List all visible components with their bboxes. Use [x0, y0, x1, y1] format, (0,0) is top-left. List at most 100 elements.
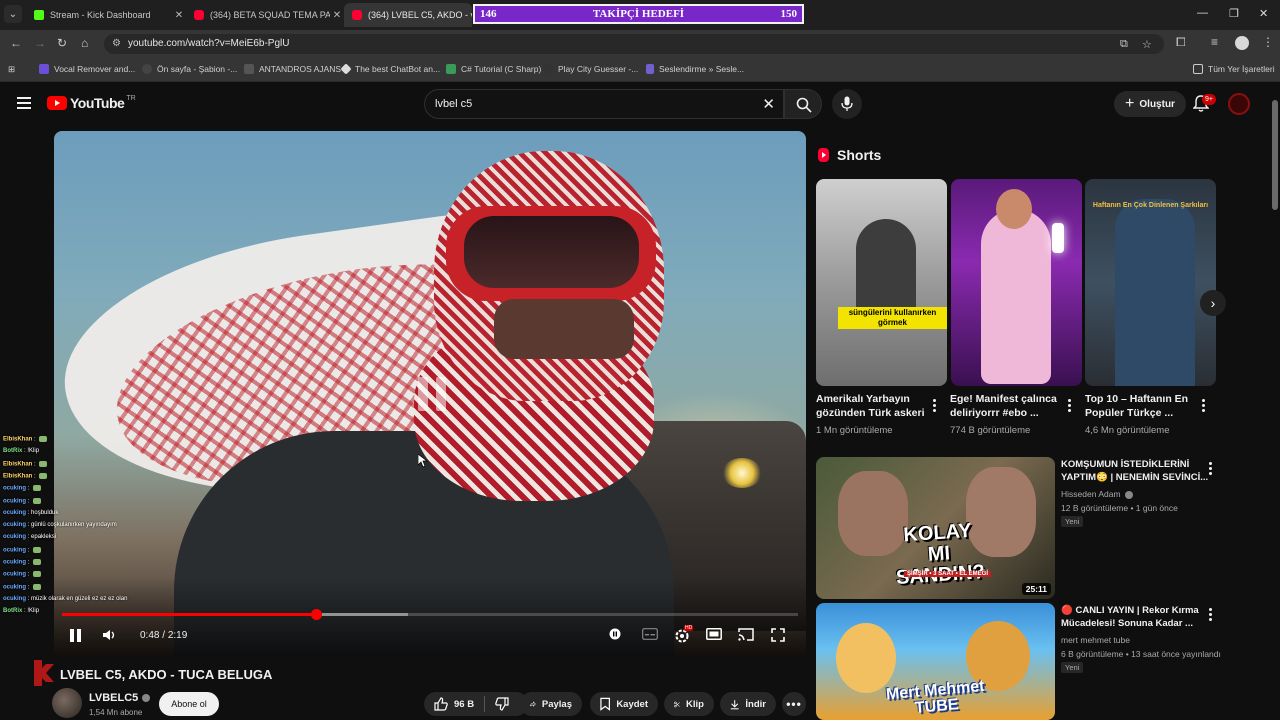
channel-name-text[interactable]: LVBELC5 [89, 692, 138, 704]
back-icon[interactable]: ← [10, 36, 22, 50]
browser-tab-beta-squad[interactable]: (364) BETA SQUAD TEMA PARK ✕ [186, 3, 344, 27]
shorts-icon [818, 148, 829, 162]
subscribe-button[interactable]: Abone ol [159, 692, 219, 716]
voice-search-button[interactable] [832, 89, 862, 119]
menu-icon[interactable] [17, 97, 31, 109]
download-label: İndir [745, 698, 766, 710]
bookmark-star-icon[interactable]: ☆ [1142, 38, 1152, 51]
video-thumbnail[interactable]: KOLAY MI SANDIN? ŞİMŞİR • 3 SAAT • EL EM… [816, 457, 1055, 599]
share-button[interactable]: Paylaş [520, 692, 582, 716]
short-title[interactable]: Top 10 – Haftanın En Popüler Türkçe ... [1085, 392, 1197, 420]
emote-icon [39, 472, 48, 479]
url-text[interactable]: youtube.com/watch?v=MeiE6b-PglU [128, 38, 289, 49]
like-icon[interactable] [434, 697, 448, 711]
clear-search-icon[interactable]: ✕ [762, 95, 775, 113]
dislike-icon[interactable] [495, 697, 509, 711]
emote-icon [33, 546, 42, 553]
close-window-icon[interactable]: ✕ [1259, 7, 1268, 20]
chat-message: ocuking : günlü coşkulanırken yayındayım [3, 522, 117, 528]
video-frame-element [464, 216, 639, 288]
chat-separator: : [32, 436, 38, 443]
more-actions-button[interactable]: ••• [782, 692, 806, 716]
extensions-icon[interactable]: ⧠ [1176, 35, 1186, 50]
bookmark-item[interactable]: The best ChatBot an... [340, 63, 441, 75]
chat-text: epakleksi [31, 534, 57, 541]
install-icon[interactable]: ⧉ [1120, 38, 1128, 51]
volume-icon[interactable] [102, 628, 116, 642]
chat-message: ocuking : müzik olarak en güzeli ez ez e… [3, 596, 127, 602]
minimize-icon[interactable]: — [1197, 7, 1208, 19]
bookmark-item[interactable]: Ön sayfa - Şabion -... [142, 64, 237, 74]
short-thumbnail[interactable]: Haftanın En Çok Dinlenen Şarkıları [1085, 179, 1216, 386]
emote-icon [33, 497, 42, 504]
youtube-logo[interactable]: YouTube TR [47, 95, 136, 111]
bookmark-item[interactable]: Seslendirme » Sesle... [646, 64, 744, 74]
download-button[interactable]: İndir [720, 692, 776, 716]
address-bar[interactable]: ⚙ youtube.com/watch?v=MeiE6b-PglU ⧉ ☆ [104, 34, 1164, 54]
cast-icon[interactable] [738, 628, 754, 641]
search-query-text[interactable]: lvbel c5 [435, 98, 472, 110]
reload-icon[interactable]: ↻ [57, 36, 67, 50]
bookmark-label: The best ChatBot an... [355, 64, 441, 74]
download-icon [730, 699, 739, 709]
search-button[interactable] [784, 89, 822, 119]
home-icon[interactable]: ⌂ [81, 36, 88, 50]
close-icon[interactable]: ✕ [330, 10, 344, 21]
channel-avatar[interactable] [52, 688, 82, 718]
video-thumbnail[interactable]: Mert Mehmet TUBE [816, 603, 1055, 720]
close-icon[interactable]: ✕ [172, 10, 186, 21]
subscriber-count: 1,54 Mn abone [89, 708, 143, 717]
progress-bar[interactable] [62, 609, 798, 620]
more-vertical-icon[interactable] [1209, 462, 1213, 477]
bookmark-item[interactable]: ANTANDROS AJANS [244, 64, 341, 74]
chat-username: ocuking [3, 559, 27, 566]
short-title[interactable]: Ege! Manifest çalınca deliriyorrr #ebo .… [950, 392, 1062, 420]
more-vertical-icon[interactable] [1209, 608, 1213, 623]
profile-avatar[interactable] [1235, 36, 1249, 50]
next-arrow-icon[interactable]: › [1200, 290, 1226, 316]
maximize-icon[interactable]: ❐ [1229, 7, 1239, 20]
scrollbar-thumb[interactable] [1272, 100, 1278, 210]
chat-message: BotRix : !Klip [3, 448, 39, 454]
clip-button[interactable]: Klip [664, 692, 714, 716]
tab-search-button[interactable]: ⌄ [4, 5, 22, 23]
recommended-channel[interactable]: mert mehmet tube [1061, 635, 1130, 645]
recommended-channel[interactable]: Hisseden Adam [1061, 489, 1133, 499]
bookmark-item[interactable]: Vocal Remover and... [39, 64, 135, 74]
bookmark-item[interactable]: Play City Guesser -... [543, 64, 638, 74]
more-vertical-icon[interactable] [1068, 399, 1072, 414]
recommended-meta: 6 B görüntüleme • 13 saat önce yayınland… [1061, 649, 1221, 659]
short-title[interactable]: Amerikalı Yarbayın gözünden Türk askeri [816, 392, 928, 420]
account-avatar[interactable] [1228, 93, 1250, 115]
chat-separator: : [26, 571, 32, 578]
pause-button[interactable] [70, 629, 81, 642]
forward-icon[interactable]: → [34, 36, 46, 50]
short-thumbnail[interactable]: süngülerini kullanırken görmek [816, 179, 947, 386]
recommended-video-title[interactable]: KOMŞUMUN İSTEDİKLERİNİ YAPTIM😳 | NENEMİN… [1061, 458, 1211, 484]
site-info-icon[interactable]: ⚙ [112, 38, 121, 49]
bookmark-item[interactable]: C# Tutorial (C Sharp) [446, 64, 541, 74]
recommended-video-title[interactable]: 🔴 CANLI YAYIN | Rekor Kırma Mücadelesi! … [1061, 604, 1211, 630]
more-vertical-icon[interactable] [1202, 399, 1206, 414]
subtitles-icon[interactable] [642, 628, 658, 640]
more-vertical-icon[interactable] [933, 399, 937, 414]
channel-name[interactable]: LVBELC5 [89, 692, 151, 704]
save-button[interactable]: Kaydet [590, 692, 658, 716]
scrubber-handle[interactable] [310, 609, 322, 620]
browser-tab-kick[interactable]: Stream - Kick Dashboard ✕ [26, 3, 186, 27]
fullscreen-icon[interactable] [771, 628, 785, 642]
all-bookmarks-folder[interactable]: Tüm Yer İşaretleri [1193, 64, 1275, 74]
channel-name-text[interactable]: Hisseden Adam [1061, 489, 1121, 499]
reading-list-icon[interactable]: ≡ [1211, 35, 1218, 49]
search-input[interactable]: lvbel c5 ✕ [424, 89, 784, 119]
shorts-section-heading: Shorts [818, 147, 881, 163]
bookmark-icon [600, 697, 610, 711]
autoplay-toggle-icon[interactable] [609, 628, 621, 640]
browser-tab-lvbel[interactable]: (364) LVBEL C5, AKDO - vO [344, 3, 472, 27]
short-thumbnail[interactable] [951, 179, 1082, 386]
apps-icon[interactable]: ⊞ [8, 64, 15, 75]
miniplayer-icon[interactable] [706, 628, 722, 640]
like-count[interactable]: 96 B [454, 699, 474, 710]
browser-menu-icon[interactable]: ⋮ [1262, 35, 1274, 49]
create-button[interactable]: + Oluştur [1114, 91, 1186, 117]
